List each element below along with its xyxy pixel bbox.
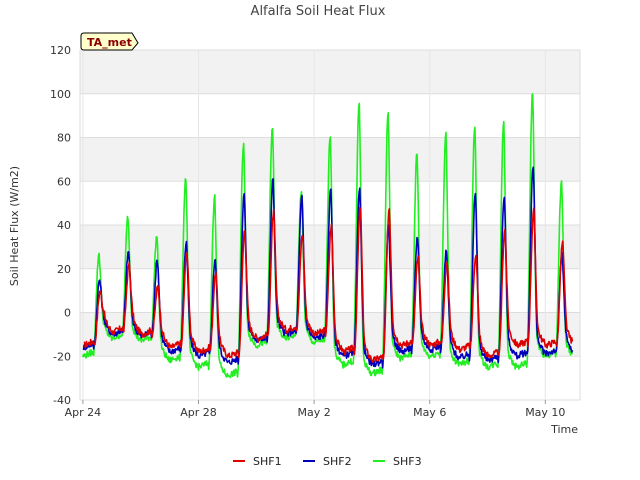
x-tick-label: Apr 24 (65, 406, 102, 419)
y-tick-label: 0 (64, 307, 71, 320)
legend-label-shf1: SHF1 (253, 455, 282, 468)
badge-label: TA_met (87, 36, 132, 49)
ta-met-badge: TA_met (80, 32, 139, 51)
y-tick-label: 20 (57, 263, 71, 276)
legend-label-shf2: SHF2 (323, 455, 352, 468)
grid-band (80, 312, 580, 357)
x-tick-label: May 2 (297, 406, 330, 419)
chart-title: Alfalfa Soil Heat Flux (251, 4, 386, 19)
grid-band (80, 50, 580, 94)
y-tick-label: 40 (57, 219, 71, 232)
y-tick-label: 80 (57, 132, 71, 145)
x-tick-label: May 6 (413, 406, 446, 419)
y-tick-label: -20 (53, 350, 71, 363)
y-tick-label: 120 (50, 44, 71, 57)
legend-label-shf3: SHF3 (393, 455, 422, 468)
y-tick-label: 100 (50, 88, 71, 101)
y-axis-label: Soil Heat Flux (W/m2) (8, 166, 21, 286)
chart-canvas: -40-20020406080100120 Apr 24 Apr 28 May 2M… (0, 0, 640, 480)
y-tick-label: 60 (57, 175, 71, 188)
x-axis-label: Time (550, 423, 578, 436)
legend: SHF1 SHF2 SHF3 (233, 455, 422, 468)
x-tick-label: Apr 28 (180, 406, 217, 419)
x-tick-label: May 10 (525, 406, 565, 419)
